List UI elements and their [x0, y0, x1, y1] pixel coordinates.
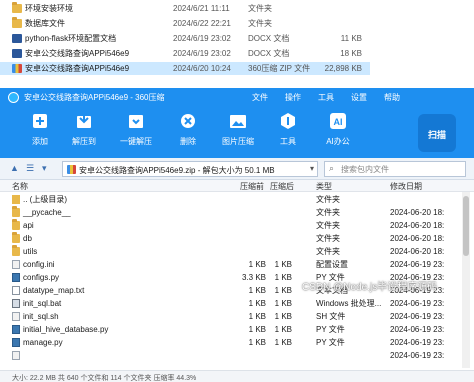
list-item[interactable]: .. (上级目录) 文件夹	[0, 193, 460, 206]
file-explorer-list: 环境安装环境 2024/6/21 11:11 文件夹 数据库文件 2024/6/…	[0, 0, 474, 88]
column-modified[interactable]: 修改日期	[390, 181, 422, 192]
file-icon	[12, 351, 20, 360]
python-file-icon	[12, 325, 20, 334]
dropdown-icon[interactable]: ▾	[42, 163, 47, 174]
add-button[interactable]: 添加	[18, 112, 62, 154]
ini-file-icon	[12, 260, 20, 269]
up-arrow-icon[interactable]: ▲	[10, 163, 19, 173]
status-bar: 大小: 22.2 MB 共 640 个文件和 114 个文件夹 压缩率 44.3…	[0, 370, 474, 382]
list-item[interactable]: api 文件夹 2024-06-20 18:	[0, 219, 460, 232]
watermark: CSDN @Node.js毕设程序源码	[302, 282, 438, 293]
image-compress-icon	[230, 115, 246, 128]
list-item[interactable]: manage.py 1 KB 1 KB PY 文件 2024-06-19 23:	[0, 336, 460, 349]
explorer-row[interactable]: 环境安装环境 2024/6/21 11:11 文件夹	[0, 2, 370, 15]
column-type[interactable]: 类型	[316, 181, 332, 192]
list-item[interactable]: config.ini 1 KB 1 KB 配置设置 2024-06-19 23:	[0, 258, 460, 271]
folder-icon	[12, 17, 22, 28]
ai-office-button[interactable]: AI AI办公	[316, 112, 360, 154]
column-header: 名称 压缩前 压缩后 类型 修改日期	[0, 180, 474, 192]
menu-tools[interactable]: 工具	[318, 92, 334, 103]
list-item[interactable]: initial_hive_database.py 1 KB 1 KB PY 文件…	[0, 323, 460, 336]
parent-folder-icon	[12, 195, 20, 204]
scan-button[interactable]: 扫描	[418, 114, 456, 152]
menu-operate[interactable]: 操作	[285, 92, 301, 103]
vertical-scrollbar[interactable]	[462, 192, 470, 368]
explorer-row-selected[interactable]: 安卓公交线路查询APPi546e9 2024/6/20 10:24 360压缩 …	[0, 62, 370, 75]
delete-button[interactable]: 删除	[166, 112, 210, 154]
column-compressed-size[interactable]: 压缩后	[270, 181, 294, 192]
add-icon	[33, 114, 47, 128]
one-click-extract-icon	[129, 115, 143, 128]
extract-to-icon	[77, 113, 91, 128]
window-title: 安卓公交线路查询APPi546e9 - 360压缩	[24, 93, 165, 102]
explorer-row[interactable]: 数据库文件 2024/6/22 22:21 文件夹	[0, 17, 370, 30]
search-icon: ⌕	[329, 163, 335, 173]
python-file-icon	[12, 338, 20, 347]
list-view-icon[interactable]: ☰	[26, 163, 34, 174]
text-file-icon	[12, 286, 20, 295]
title-bar[interactable]: 安卓公交线路查询APPi546e9 - 360压缩 文件 操作 工具 设置 帮助	[0, 88, 474, 106]
search-input[interactable]	[341, 163, 461, 175]
list-item[interactable]: __pycache__ 文件夹 2024-06-20 18:	[0, 206, 460, 219]
chevron-down-icon[interactable]: ▾	[310, 164, 314, 173]
folder-icon	[12, 219, 20, 230]
toolbar: 添加 解压到 一键解压 删除 图片压缩 工具 AI AI办公 扫描	[0, 106, 474, 158]
folder-icon	[12, 232, 20, 243]
zip-archive-icon	[67, 165, 76, 174]
column-name[interactable]: 名称	[12, 181, 28, 192]
delete-icon	[181, 114, 195, 128]
address-path-box[interactable]: 安卓公交线路查询APPi546e9.zip - 解包大小为 50.1 MB ▾	[62, 161, 318, 177]
folder-icon	[12, 206, 20, 217]
explorer-row[interactable]: 安卓公交线路查询APPi546e9 2024/6/19 23:02 DOCX 文…	[0, 47, 370, 60]
scrollbar-thumb[interactable]	[463, 196, 469, 256]
address-bar: ▲ ☰ ▾ 安卓公交线路查询APPi546e9.zip - 解包大小为 50.1…	[0, 158, 474, 180]
list-item[interactable]: init_sql.bat 1 KB 1 KB Windows 批处理... 20…	[0, 297, 460, 310]
menu-settings[interactable]: 设置	[351, 92, 367, 103]
zip-archive-icon	[12, 64, 22, 73]
one-click-extract-button[interactable]: 一键解压	[114, 112, 158, 154]
word-doc-icon	[12, 49, 22, 58]
menu-help[interactable]: 帮助	[384, 92, 400, 103]
tools-icon	[281, 113, 295, 129]
python-file-icon	[12, 273, 20, 282]
status-text: 大小: 22.2 MB 共 640 个文件和 114 个文件夹 压缩率 44.3…	[12, 375, 197, 382]
list-item[interactable]: 2024-06-19 23:	[0, 349, 460, 362]
svg-text:AI: AI	[334, 117, 343, 127]
list-item[interactable]: utils 文件夹 2024-06-20 18:	[0, 245, 460, 258]
column-size[interactable]: 压缩前	[240, 181, 264, 192]
image-compress-button[interactable]: 图片压缩	[216, 112, 260, 154]
folder-icon	[12, 2, 22, 13]
menu-file[interactable]: 文件	[252, 92, 268, 103]
tools-button[interactable]: 工具	[266, 112, 310, 154]
folder-icon	[12, 245, 20, 256]
shell-file-icon	[12, 312, 20, 321]
app-logo-icon	[8, 92, 19, 103]
search-box[interactable]: ⌕	[324, 161, 466, 177]
list-item[interactable]: db 文件夹 2024-06-20 18:	[0, 232, 460, 245]
list-item[interactable]: init_sql.sh 1 KB 1 KB SH 文件 2024-06-19 2…	[0, 310, 460, 323]
batch-file-icon	[12, 299, 20, 308]
extract-to-button[interactable]: 解压到	[62, 112, 106, 154]
ai-office-icon: AI	[330, 113, 346, 129]
zip-window: 安卓公交线路查询APPi546e9 - 360压缩 文件 操作 工具 设置 帮助…	[0, 88, 474, 382]
word-doc-icon	[12, 34, 22, 43]
explorer-row[interactable]: python-flask环境配置文档 2024/6/19 23:02 DOCX …	[0, 32, 370, 45]
